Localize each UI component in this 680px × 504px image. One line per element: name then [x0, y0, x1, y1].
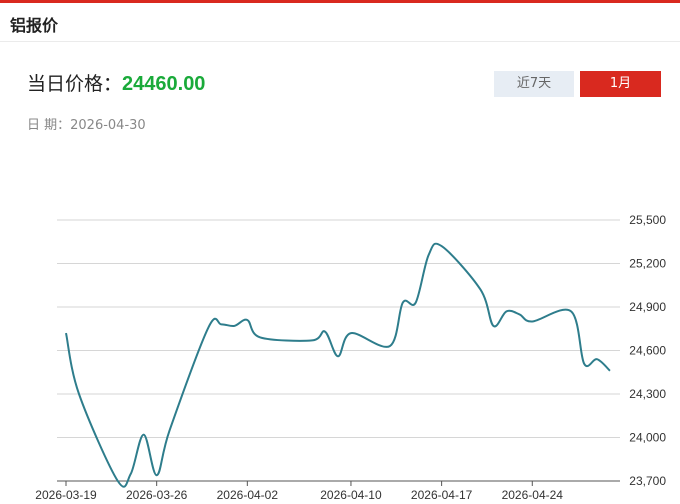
data-point — [401, 301, 405, 305]
data-point — [129, 472, 133, 476]
data-point — [595, 357, 599, 361]
data-point — [336, 354, 340, 358]
y-tick-label: 23,700 — [629, 474, 666, 488]
data-point — [77, 392, 81, 396]
data-point — [232, 324, 236, 328]
data-point — [349, 331, 353, 335]
price-series-line — [65, 242, 611, 488]
y-tick-label: 24,900 — [629, 300, 666, 314]
data-point — [491, 324, 495, 328]
data-point — [258, 335, 262, 339]
x-tick-label: 2026-04-24 — [502, 488, 564, 502]
x-tick-label: 2026-03-26 — [126, 488, 188, 502]
data-point — [310, 338, 314, 342]
data-point — [245, 318, 249, 322]
x-tick-label: 2026-04-10 — [320, 488, 382, 502]
data-point — [388, 344, 392, 348]
data-point — [323, 330, 327, 334]
y-tick-label: 25,200 — [629, 257, 666, 271]
y-tick-label: 25,500 — [629, 213, 666, 227]
data-point — [569, 309, 573, 313]
data-point — [504, 309, 508, 313]
data-point — [219, 322, 223, 326]
data-point — [155, 473, 159, 477]
y-tick-label: 24,300 — [629, 387, 666, 401]
data-point — [608, 369, 612, 373]
data-point — [530, 320, 534, 324]
data-point — [168, 428, 172, 432]
data-point — [440, 244, 444, 248]
data-point — [582, 362, 586, 366]
data-point — [206, 325, 210, 329]
data-point — [517, 312, 521, 316]
y-tick-label: 24,600 — [629, 344, 666, 358]
x-tick-label: 2026-04-17 — [411, 488, 473, 502]
price-line-chart: 23,700 24,000 24,300 24,600 24,900 25,200 25,5… — [35, 213, 666, 502]
x-tick-label: 2026-04-02 — [217, 488, 279, 502]
data-point — [427, 253, 431, 257]
y-tick-label: 24,000 — [629, 431, 666, 445]
data-point — [142, 433, 146, 437]
x-tick-label: 2026-03-19 — [35, 488, 97, 502]
data-point — [478, 288, 482, 292]
data-point — [414, 301, 418, 305]
data-point — [116, 479, 120, 483]
data-point — [64, 331, 68, 335]
